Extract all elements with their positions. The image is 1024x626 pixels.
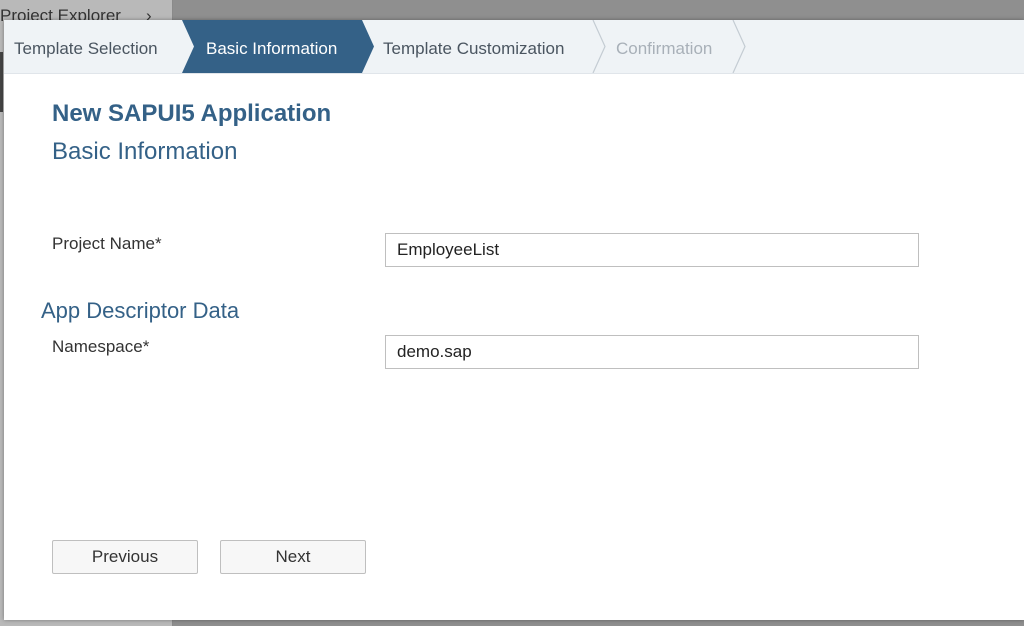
wizard-step-label: Template Customization <box>383 39 565 58</box>
app-descriptor-section-title: App Descriptor Data <box>41 298 240 323</box>
step-separator-chevron-icon <box>592 20 606 73</box>
editor-edge-marker <box>0 52 3 112</box>
wizard-step-label: Basic Information <box>206 39 338 58</box>
wizard-step-basic-information[interactable]: Basic Information <box>206 20 337 73</box>
wizard-step-label: Template Selection <box>14 39 158 58</box>
previous-button[interactable]: Previous <box>52 540 198 574</box>
project-name-label: Project Name* <box>52 234 162 253</box>
wizard-step-template-selection[interactable]: Template Selection <box>14 20 158 73</box>
project-name-input[interactable] <box>385 233 919 267</box>
namespace-label: Namespace* <box>52 337 150 356</box>
new-application-wizard-dialog: Template Selection Basic Information Tem… <box>4 20 1024 620</box>
wizard-step-confirmation: Confirmation <box>616 20 712 73</box>
step-separator-chevron-icon <box>732 20 746 73</box>
wizard-steps-bar: Template Selection Basic Information Tem… <box>4 20 1024 74</box>
page-subtitle: Basic Information <box>52 138 238 165</box>
app-title: New SAPUI5 Application <box>52 100 332 127</box>
wizard-step-label: Confirmation <box>616 39 713 58</box>
next-button[interactable]: Next <box>220 540 366 574</box>
wizard-step-template-customization[interactable]: Template Customization <box>383 20 564 73</box>
namespace-input[interactable] <box>385 335 919 369</box>
